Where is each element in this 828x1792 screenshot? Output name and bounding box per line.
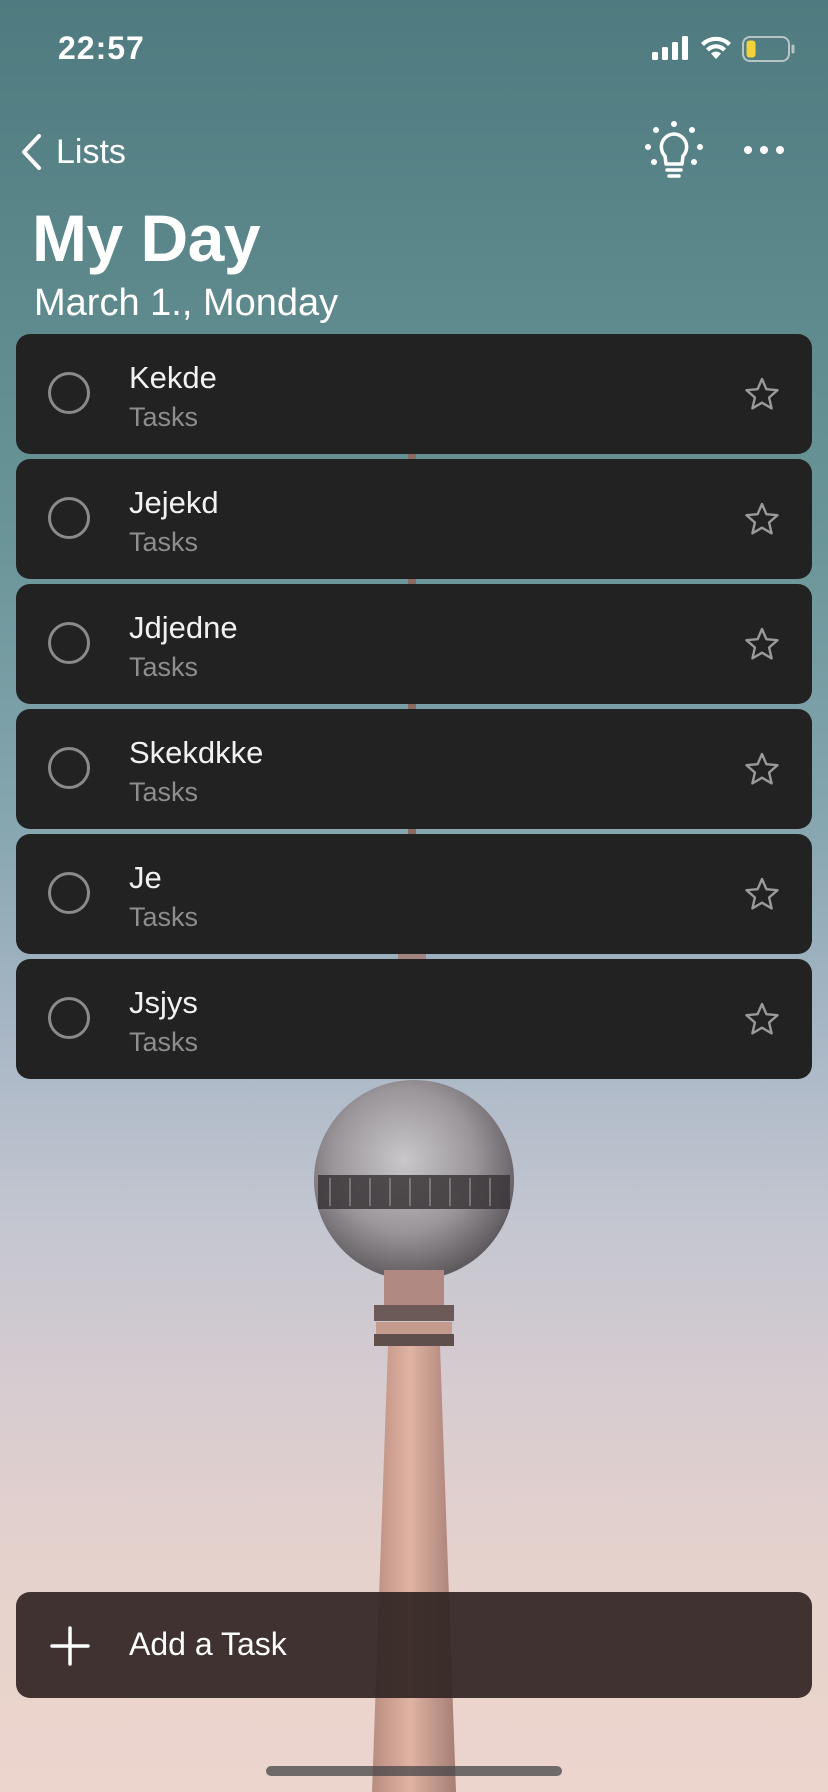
- complete-checkbox[interactable]: [48, 622, 90, 664]
- task-list: Kekde Tasks Jejekd Tasks Jdjedne Tasks S…: [16, 334, 812, 1084]
- nav-bar: Lists: [0, 120, 828, 184]
- status-bar: 22:57: [0, 0, 828, 96]
- star-icon[interactable]: [743, 626, 781, 664]
- plus-icon: [50, 1626, 90, 1666]
- complete-checkbox[interactable]: [48, 497, 90, 539]
- task-title: Skekdkke: [129, 735, 264, 770]
- task-list-name: Tasks: [129, 902, 199, 932]
- back-button[interactable]: Lists: [20, 130, 126, 174]
- star-icon[interactable]: [743, 376, 781, 414]
- task-item[interactable]: Je Tasks: [16, 834, 812, 954]
- task-item[interactable]: Jejekd Tasks: [16, 459, 812, 579]
- home-indicator[interactable]: [266, 1766, 562, 1776]
- more-icon[interactable]: [738, 134, 790, 166]
- task-title: Jsjys: [129, 985, 198, 1020]
- complete-checkbox[interactable]: [48, 372, 90, 414]
- task-item[interactable]: Skekdkke Tasks: [16, 709, 812, 829]
- task-title: Jejekd: [129, 485, 219, 520]
- page-title: My Day: [32, 201, 261, 275]
- signal-icon: [652, 36, 688, 60]
- task-list-name: Tasks: [129, 1027, 199, 1057]
- task-list-name: Tasks: [129, 527, 199, 557]
- star-icon[interactable]: [743, 501, 781, 539]
- complete-checkbox[interactable]: [48, 997, 90, 1039]
- task-list-name: Tasks: [129, 777, 199, 807]
- back-label: Lists: [56, 132, 126, 171]
- task-item[interactable]: Jdjedne Tasks: [16, 584, 812, 704]
- task-title: Jdjedne: [129, 610, 238, 645]
- lightbulb-icon[interactable]: [643, 120, 705, 180]
- complete-checkbox[interactable]: [48, 747, 90, 789]
- chevron-left-icon: [22, 134, 41, 170]
- star-icon[interactable]: [743, 1001, 781, 1039]
- task-list-name: Tasks: [129, 402, 199, 432]
- star-icon[interactable]: [743, 876, 781, 914]
- page-date: March 1., Monday: [34, 282, 339, 324]
- task-title: Kekde: [129, 360, 217, 395]
- complete-checkbox[interactable]: [48, 872, 90, 914]
- star-icon[interactable]: [743, 751, 781, 789]
- task-title: Je: [129, 860, 162, 895]
- status-time: 22:57: [58, 30, 145, 66]
- task-item[interactable]: Jsjys Tasks: [16, 959, 812, 1079]
- add-task-button[interactable]: Add a Task: [16, 1592, 812, 1698]
- battery-icon: [742, 36, 795, 62]
- task-item[interactable]: Kekde Tasks: [16, 334, 812, 454]
- add-task-label: Add a Task: [129, 1626, 287, 1662]
- wifi-icon: [701, 36, 731, 59]
- task-list-name: Tasks: [129, 652, 199, 682]
